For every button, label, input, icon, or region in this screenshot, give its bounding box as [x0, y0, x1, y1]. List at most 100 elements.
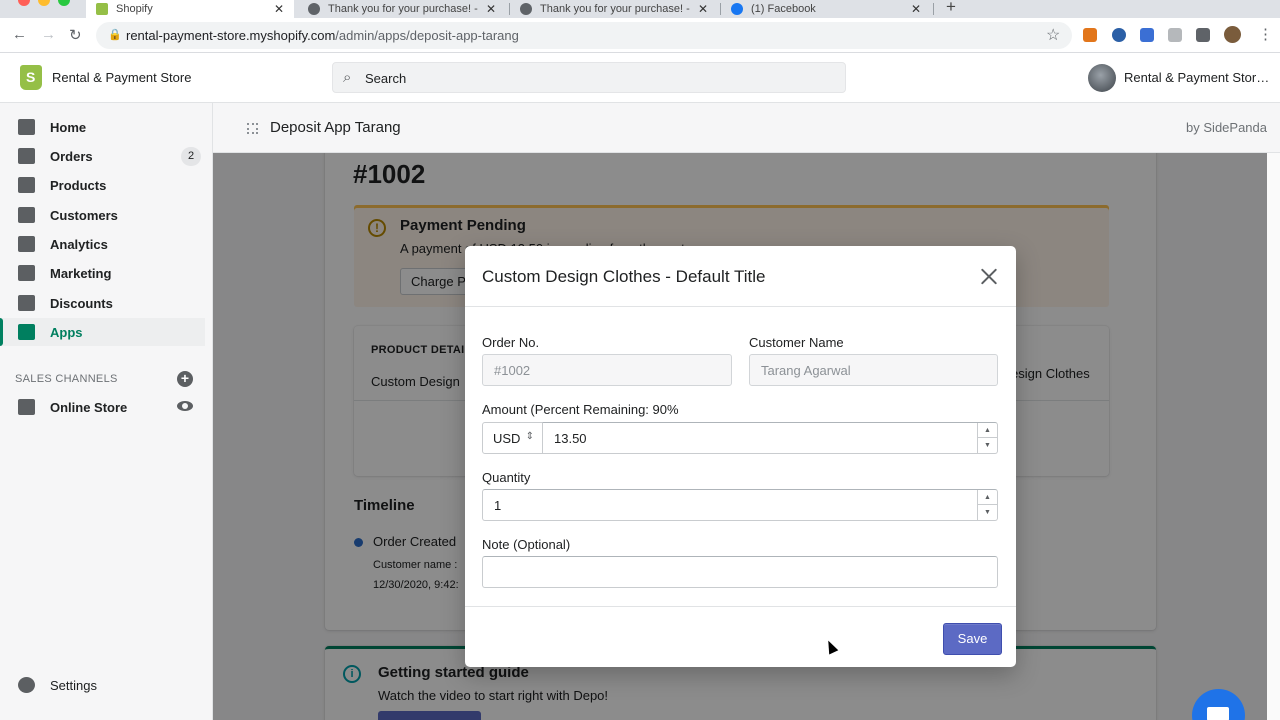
currency-value: USD	[493, 431, 521, 446]
tab-title: Thank you for your purchase! -	[540, 3, 690, 15]
profile-avatar-icon[interactable]	[1224, 26, 1241, 43]
sidebar-item-customers[interactable]: Customers	[0, 201, 205, 229]
quantity-input[interactable]: 1 ▲ ▼	[482, 489, 998, 521]
window-zoom-button[interactable]	[58, 0, 70, 6]
url-text[interactable]: rental-payment-store.myshopify.com/admin…	[126, 28, 519, 43]
bookmark-star-icon[interactable]: ☆	[1046, 25, 1060, 45]
metamask-extension-icon[interactable]	[1083, 28, 1097, 42]
extension-circle-icon[interactable]	[1112, 28, 1126, 42]
customer-name-label: Customer Name	[749, 335, 844, 350]
url-path: /admin/apps/deposit-app-tarang	[335, 28, 519, 43]
sidebar-item-label: Home	[50, 119, 87, 135]
add-sales-channel-icon[interactable]: +	[177, 371, 193, 387]
sidebar-item-products[interactable]: Products	[0, 171, 205, 199]
tab-title: Shopify	[116, 3, 153, 15]
browser-tab-thank-you-1[interactable]: Thank you for your purchase! - ✕	[298, 0, 506, 18]
sidebar-item-settings[interactable]: Settings	[0, 671, 205, 699]
amount-stepper[interactable]: ▲ ▼	[977, 423, 997, 453]
store-name[interactable]: Rental & Payment Store	[52, 70, 191, 85]
modal-footer: Save	[465, 606, 1016, 667]
tab-separator	[933, 3, 934, 15]
scrollbar[interactable]	[1267, 153, 1280, 720]
customer-name-field: Tarang Agarwal	[749, 354, 998, 386]
app-header: Deposit App Tarang by SidePanda	[213, 103, 1280, 153]
sidebar-item-orders[interactable]: Orders 2	[0, 142, 205, 170]
quantity-stepper[interactable]: ▲ ▼	[977, 490, 997, 520]
tab-close-icon[interactable]: ✕	[698, 2, 708, 16]
edit-amount-modal: Custom Design Clothes - Default Title Or…	[465, 246, 1016, 667]
globe-icon	[308, 3, 320, 15]
stepper-down-icon[interactable]: ▼	[978, 505, 997, 520]
close-icon[interactable]	[979, 266, 999, 286]
orders-count-badge: 2	[181, 147, 201, 166]
sidebar-item-online-store[interactable]: Online Store	[0, 393, 205, 421]
currency-select[interactable]: USD ⇕	[482, 422, 543, 454]
app-grid-icon	[247, 123, 258, 134]
browser-tab-thank-you-2[interactable]: Thank you for your purchase! - ✕	[510, 0, 718, 18]
sidebar-item-marketing[interactable]: Marketing	[0, 259, 205, 287]
stepper-up-icon[interactable]: ▲	[978, 423, 997, 438]
active-indicator	[0, 318, 3, 346]
tab-title: (1) Facebook	[751, 3, 816, 15]
orders-icon	[18, 148, 35, 164]
sidebar: Home Orders 2 Products Customers Analyti…	[0, 103, 213, 720]
sidebar-item-label: Customers	[50, 207, 118, 223]
new-tab-button[interactable]: +	[946, 0, 956, 17]
account-name[interactable]: Rental & Payment Stor…	[1124, 70, 1269, 85]
zip-extension-icon[interactable]	[1140, 28, 1154, 42]
amount-input[interactable]: 13.50 ▲ ▼	[542, 422, 998, 454]
facebook-icon	[731, 3, 743, 15]
sidebar-item-label: Orders	[50, 148, 93, 164]
apps-icon	[18, 324, 35, 340]
lock-icon: 🔒	[108, 29, 122, 41]
sales-channels-heading: SALES CHANNELS	[15, 373, 118, 385]
sidebar-item-analytics[interactable]: Analytics	[0, 230, 205, 258]
tab-close-icon[interactable]: ✕	[911, 2, 921, 16]
sidebar-item-home[interactable]: Home	[0, 113, 205, 141]
sidebar-item-apps[interactable]: Apps	[0, 318, 205, 346]
extension-k-icon[interactable]	[1168, 28, 1182, 42]
order-no-field: #1002	[482, 354, 732, 386]
modal-header: Custom Design Clothes - Default Title	[465, 246, 1016, 307]
stepper-down-icon[interactable]: ▼	[978, 438, 997, 453]
forward-arrow-icon[interactable]: →	[41, 26, 56, 43]
avatar[interactable]	[1088, 64, 1116, 92]
select-arrows-icon: ⇕	[525, 431, 534, 442]
app-title: Deposit App Tarang	[270, 119, 401, 136]
quantity-label: Quantity	[482, 470, 531, 485]
sidebar-item-label: Online Store	[50, 399, 128, 415]
sidebar-item-label: Settings	[50, 677, 97, 693]
search-input[interactable]: ⌕ Search	[332, 62, 846, 93]
note-input[interactable]	[482, 556, 998, 588]
puzzle-extensions-icon[interactable]	[1196, 28, 1210, 42]
app-developer[interactable]: by SidePanda	[1186, 120, 1267, 135]
browser-menu-icon[interactable]: ⋮	[1258, 25, 1273, 43]
back-arrow-icon[interactable]: ←	[12, 26, 27, 43]
modal-title: Custom Design Clothes - Default Title	[482, 267, 766, 286]
sidebar-item-discounts[interactable]: Discounts	[0, 289, 205, 317]
window-minimize-button[interactable]	[38, 0, 50, 6]
gear-icon	[18, 677, 35, 693]
person-icon	[18, 207, 35, 223]
tab-close-icon[interactable]: ✕	[274, 2, 284, 16]
stepper-up-icon[interactable]: ▲	[978, 490, 997, 505]
browser-tab-bar: Shopify ✕ Thank you for your purchase! -…	[0, 0, 1280, 18]
amount-value: 13.50	[554, 431, 587, 446]
eye-icon[interactable]	[177, 401, 193, 411]
browser-tab-shopify[interactable]: Shopify ✕	[86, 0, 294, 18]
sidebar-item-label: Products	[50, 177, 107, 193]
tab-close-icon[interactable]: ✕	[486, 2, 496, 16]
bar-chart-icon	[18, 236, 35, 252]
home-icon	[18, 119, 35, 135]
save-button[interactable]: Save	[943, 623, 1002, 655]
browser-toolbar: ← → ↻ 🔒 rental-payment-store.myshopify.c…	[0, 18, 1280, 53]
note-label: Note (Optional)	[482, 537, 571, 552]
window-close-button[interactable]	[18, 0, 30, 6]
url-host: rental-payment-store.myshopify.com	[126, 28, 336, 43]
reload-icon[interactable]: ↻	[69, 26, 82, 44]
browser-tab-facebook[interactable]: (1) Facebook ✕	[721, 0, 931, 18]
shopify-logo-icon[interactable]	[20, 65, 42, 90]
shopify-favicon-icon	[96, 3, 108, 15]
sidebar-item-label: Analytics	[50, 236, 108, 252]
sidebar-item-label: Discounts	[50, 295, 113, 311]
